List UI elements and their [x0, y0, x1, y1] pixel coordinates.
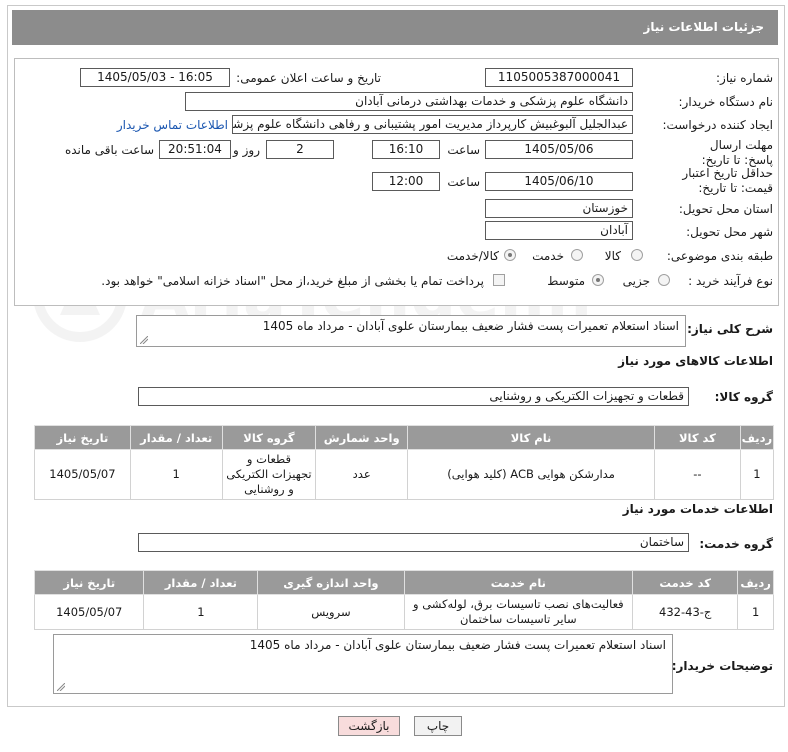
- goods-table: ردیف کد کالا نام کالا واحد شمارش گروه کا…: [34, 425, 775, 500]
- col-date: تاریخ نیاز: [33, 570, 145, 595]
- process-option-minor: جزیی: [622, 274, 650, 288]
- price-validity-label: حداقل تاریخ اعتبار قیمت: تا تاریخ:: [682, 166, 773, 195]
- city-label: شهر محل تحویل:: [686, 225, 773, 239]
- category-radio-service[interactable]: [571, 249, 583, 261]
- remaining-time-field: 20:51:04: [159, 140, 231, 159]
- col-row: ردیف: [739, 425, 775, 450]
- col-unit: واحد شمارش: [315, 425, 409, 450]
- table-row: 1 -- مدارشکن هوایی ACB (کلید هوایی) عدد …: [34, 449, 775, 500]
- need-number-label: شماره نیاز:: [716, 71, 773, 85]
- category-label: طبقه بندی موضوعی:: [666, 249, 773, 263]
- days-remaining-field: 2: [266, 140, 334, 159]
- price-time-field: 12:00: [372, 172, 440, 191]
- back-button[interactable]: بازگشت: [338, 716, 400, 736]
- announce-date-field: 1405/05/03 - 16:05: [80, 68, 230, 87]
- page-title: جزئیات اطلاعات نیاز: [643, 20, 764, 34]
- buyer-notes-text: اسناد استعلام تعمیرات پست فشار ضعیف بیما…: [249, 638, 666, 652]
- buyer-contact-link[interactable]: اطلاعات تماس خریدار: [117, 118, 228, 132]
- category-option-goods: کالا: [604, 249, 621, 263]
- table-row: 1 ج-43-432 فعالیت‌های نصب تاسیسات برق، ل…: [33, 594, 774, 630]
- goods-section-title: اطلاعات کالاهای مورد نیاز: [618, 354, 773, 368]
- services-group-field: ساختمان: [138, 533, 689, 552]
- col-qty: تعداد / مقدار: [129, 425, 223, 450]
- process-radio-medium[interactable]: [592, 274, 604, 286]
- remaining-time-label: ساعت باقی مانده: [64, 143, 154, 157]
- cell-name: مدارشکن هوایی ACB (کلید هوایی): [407, 449, 656, 500]
- col-name: نام کالا: [407, 425, 656, 450]
- col-qty: تعداد / مقدار: [143, 570, 259, 595]
- cell-date: 1405/05/07: [34, 449, 131, 500]
- summary-textarea[interactable]: اسناد استعلام تعمیرات پست فشار ضعیف بیما…: [136, 315, 686, 347]
- category-radio-goods-service[interactable]: [504, 249, 516, 261]
- requester-label: ایجاد کننده درخواست:: [662, 118, 773, 132]
- need-number-field: 1105005387000041: [485, 68, 633, 87]
- process-label: نوع فرآیند خرید :: [688, 274, 773, 288]
- services-table: ردیف کد خدمت نام خدمت واحد اندازه گیری ت…: [33, 570, 774, 630]
- cell-row: 1: [739, 449, 775, 500]
- col-date: تاریخ نیاز: [34, 425, 131, 450]
- services-group-label: گروه خدمت:: [699, 537, 773, 551]
- col-name: نام خدمت: [403, 570, 634, 595]
- buyer-notes-textarea[interactable]: اسناد استعلام تعمیرات پست فشار ضعیف بیما…: [53, 634, 673, 694]
- col-unit: واحد اندازه گیری: [257, 570, 405, 595]
- process-option-medium: متوسط: [547, 274, 585, 288]
- goods-group-field: قطعات و تجهیزات الکتریکی و روشنایی: [138, 387, 689, 406]
- treasury-payment-checkbox[interactable]: [493, 274, 505, 286]
- cell-row: 1: [737, 594, 774, 630]
- reply-time-label: ساعت: [447, 143, 480, 157]
- print-button[interactable]: چاپ: [414, 716, 462, 736]
- category-radio-goods[interactable]: [631, 249, 643, 261]
- buyer-notes-label: توضیحات خریدار:: [671, 659, 773, 673]
- cell-code: --: [654, 449, 741, 500]
- price-date-field: 1405/06/10: [485, 172, 633, 191]
- category-option-service: خدمت: [532, 249, 564, 263]
- cell-group: قطعات و تجهیزات الکتریکی و روشنایی: [221, 449, 317, 500]
- col-row: ردیف: [737, 570, 774, 595]
- treasury-payment-note: پرداخت تمام یا بخشی از مبلغ خرید،از محل …: [101, 274, 484, 288]
- price-time-label: ساعت: [447, 175, 480, 189]
- cell-qty: 1: [143, 594, 259, 630]
- announce-date-label: تاریخ و ساعت اعلان عمومی:: [236, 71, 381, 85]
- summary-text: اسناد استعلام تعمیرات پست فشار ضعیف بیما…: [262, 319, 679, 333]
- cell-code: ج-43-432: [632, 594, 739, 630]
- province-label: استان محل تحویل:: [678, 202, 773, 216]
- reply-deadline-label: مهلت ارسال پاسخ: تا تاریخ:: [701, 138, 773, 167]
- col-group: گروه کالا: [221, 425, 317, 450]
- resize-grip-icon[interactable]: [140, 336, 148, 344]
- cell-unit: عدد: [315, 449, 409, 500]
- reply-date-field: 1405/05/06: [485, 140, 633, 159]
- days-label: روز و: [233, 143, 260, 157]
- buyer-org-field: دانشگاه علوم پزشکی و خدمات بهداشتی درمان…: [185, 92, 633, 111]
- col-code: کد کالا: [654, 425, 741, 450]
- col-code: کد خدمت: [632, 570, 739, 595]
- page-header: جزئیات اطلاعات نیاز: [12, 10, 778, 45]
- cell-unit: سرویس: [257, 594, 405, 630]
- province-field: خوزستان: [485, 199, 633, 218]
- cell-name: فعالیت‌های نصب تاسیسات برق، لوله‌کشی و س…: [403, 594, 634, 630]
- cell-qty: 1: [129, 449, 223, 500]
- city-field: آبادان: [485, 221, 633, 240]
- process-radio-minor[interactable]: [658, 274, 670, 286]
- resize-grip-icon[interactable]: [57, 683, 65, 691]
- summary-label: شرح کلی نیاز:: [687, 322, 773, 336]
- requester-field: عبدالجلیل آلبوغبیش کارپرداز مدیریت امور …: [232, 115, 633, 134]
- buyer-org-label: نام دستگاه خریدار:: [678, 95, 774, 109]
- services-section-title: اطلاعات خدمات مورد نیاز: [622, 502, 773, 516]
- cell-date: 1405/05/07: [33, 594, 145, 630]
- reply-time-field: 16:10: [372, 140, 440, 159]
- category-option-goods-service: کالا/خدمت: [446, 249, 499, 263]
- goods-group-label: گروه کالا:: [714, 390, 773, 404]
